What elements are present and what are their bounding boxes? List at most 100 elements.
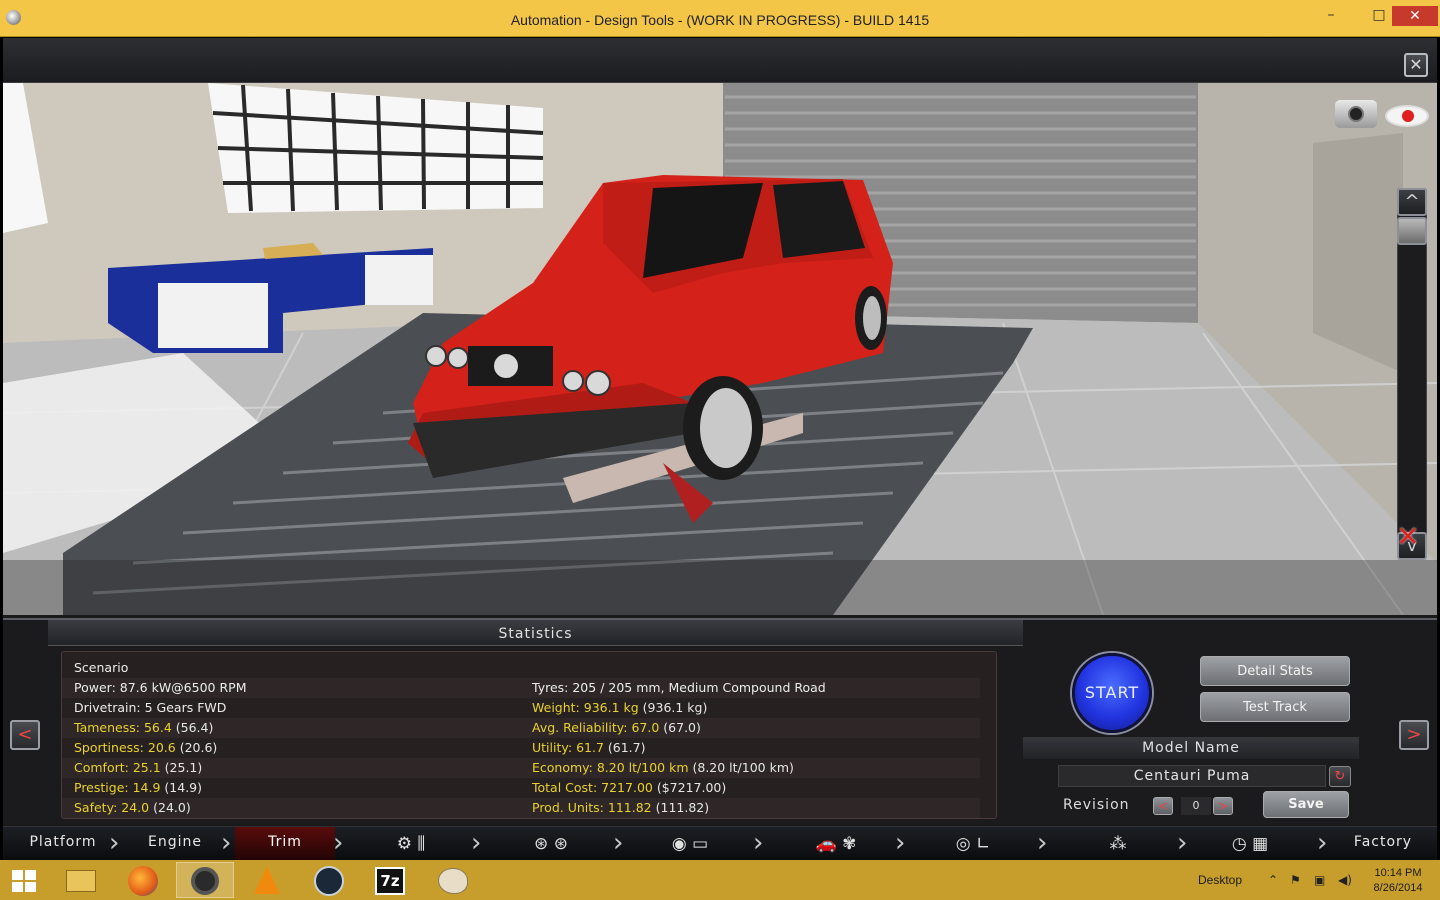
tab-suspension-icon[interactable]: ⁂ xyxy=(1093,830,1143,858)
stats-right-column: Tyres: 205 / 205 mm, Medium Compound Roa… xyxy=(520,658,980,818)
file-explorer-icon[interactable] xyxy=(52,862,110,898)
refresh-name-icon[interactable]: ↻ xyxy=(1329,766,1351,787)
stat-value: 20.6 xyxy=(147,740,176,755)
stat-value: 111.82 xyxy=(607,800,652,815)
design-controls: START Detail Stats Test Track Model Name… xyxy=(1023,620,1359,826)
viewport-shadow xyxy=(3,560,1437,615)
zoom-slider-track[interactable]: ^ v xyxy=(1397,188,1427,560)
stat-raw-value: (56.4) xyxy=(175,720,214,735)
revision-next-button[interactable]: > xyxy=(1213,797,1233,815)
stat-label: Utility: xyxy=(532,740,573,755)
game-top-bar: ✕ xyxy=(3,38,1437,83)
stat-raw-value: (20.6) xyxy=(179,740,218,755)
chevron-right-icon: › xyxy=(1037,828,1048,858)
stat-raw-value: (936.1 kg) xyxy=(642,700,708,715)
tab-platform[interactable]: Platform xyxy=(13,827,113,861)
stat-row: Safety: 24.0 (24.0) xyxy=(62,798,522,818)
tab-wheels-icon[interactable]: ⊛ ⊛ xyxy=(521,830,581,858)
tab-aero-icon[interactable]: 🚗 ✾ xyxy=(781,830,891,858)
action-center-flag-icon[interactable]: ⚑ xyxy=(1290,873,1301,887)
tab-trim[interactable]: Trim xyxy=(235,827,335,861)
save-button[interactable]: Save xyxy=(1263,791,1349,818)
stat-raw-value: (25.1) xyxy=(164,760,203,775)
model-name-input[interactable]: Centauri Puma xyxy=(1058,765,1326,787)
reset-view-icon[interactable]: ✕ xyxy=(1389,523,1427,551)
network-icon[interactable]: ▣ xyxy=(1314,873,1325,887)
test-track-button[interactable]: Test Track xyxy=(1200,692,1350,722)
previous-page-button[interactable]: < xyxy=(10,720,40,750)
stat-row: Prestige: 14.9 (14.9) xyxy=(62,778,522,798)
stat-raw-value: (8.20 lt/100 km) xyxy=(692,760,794,775)
detail-stats-button[interactable]: Detail Stats xyxy=(1200,656,1350,686)
tray-chevron-icon[interactable]: ⌃ xyxy=(1268,873,1278,887)
windows-taskbar: 7z Desktop ⌃ ⚑ ▣ ◀) 10:14 PM 8/26/2014 xyxy=(0,860,1440,900)
stat-row: Total Cost: 7217.00 ($7217.00) xyxy=(520,778,980,798)
stat-raw-value: (67.0) xyxy=(663,720,701,735)
chevron-right-icon: › xyxy=(221,828,232,858)
stat-row: Utility: 61.7 (61.7) xyxy=(520,738,980,758)
stat-label: Comfort: xyxy=(74,760,129,775)
stat-label: Total Cost: xyxy=(532,780,598,795)
desktop-toolbar-label[interactable]: Desktop xyxy=(1198,873,1242,887)
stat-row: Tyres: 205 / 205 mm, Medium Compound Roa… xyxy=(520,678,980,698)
tab-engine[interactable]: Engine xyxy=(125,827,225,861)
vlc-icon[interactable] xyxy=(238,862,296,898)
tab-brakes-icon[interactable]: ◉ ▭ xyxy=(655,830,725,858)
stat-row: Scenario xyxy=(62,658,522,678)
stat-raw-value: ($7217.00) xyxy=(656,780,727,795)
volume-icon[interactable]: ◀) xyxy=(1338,873,1352,887)
start-button[interactable]: START xyxy=(1072,653,1152,733)
window-close-button[interactable]: ✕ xyxy=(1392,6,1438,26)
chevron-right-icon: › xyxy=(1317,828,1328,858)
statistics-box: Scenario Power: 87.6 kW@6500 RPM Drivetr… xyxy=(61,651,997,819)
windows-start-icon[interactable] xyxy=(12,870,36,892)
chevron-right-icon: › xyxy=(109,828,120,858)
camera-icon[interactable] xyxy=(1335,100,1377,128)
statistics-panel: Statistics < Scenario Power: 87.6 kW@650… xyxy=(3,618,1437,824)
stat-raw-value: (24.0) xyxy=(153,800,191,815)
7zip-label: 7z xyxy=(375,867,405,895)
firefox-icon[interactable] xyxy=(114,862,172,898)
stat-label: Tyres: xyxy=(532,680,569,695)
stat-value: 24.0 xyxy=(121,800,150,815)
steam-icon[interactable] xyxy=(300,862,358,898)
7zip-icon[interactable]: 7z xyxy=(362,862,420,898)
stat-row: Economy: 8.20 lt/100 km (8.20 lt/100 km) xyxy=(520,758,980,778)
tab-gearbox-icon[interactable]: ⚙ ⫼ xyxy=(381,830,441,858)
stat-raw-value: (61.7) xyxy=(607,740,646,755)
stat-label: Prestige: xyxy=(74,780,129,795)
stat-value: 67.0 xyxy=(631,720,660,735)
stat-raw-value: (14.9) xyxy=(164,780,203,795)
stat-label: Power: xyxy=(74,680,116,695)
stat-label: Economy: xyxy=(532,760,593,775)
minimize-button[interactable]: – xyxy=(1318,6,1344,26)
stats-left-column: Scenario Power: 87.6 kW@6500 RPM Drivetr… xyxy=(62,658,522,818)
stat-row: Avg. Reliability: 67.0 (67.0) xyxy=(520,718,980,738)
revision-prev-button[interactable]: < xyxy=(1153,797,1173,815)
tab-interior-icon[interactable]: ◎ ∟ xyxy=(943,830,1003,858)
stat-row: Drivetrain: 5 Gears FWD xyxy=(62,698,522,718)
automation-game-icon[interactable] xyxy=(176,862,234,898)
zoom-slider-handle[interactable] xyxy=(1397,217,1427,245)
garage-scene xyxy=(3,83,1437,615)
zoom-up-button[interactable]: ^ xyxy=(1397,188,1427,216)
chevron-right-icon: › xyxy=(1177,828,1188,858)
stat-label: Prod. Units: xyxy=(532,800,604,815)
game-window: ✕ ^ v ✕ Statistics < Scenario Power: 87.… xyxy=(3,38,1437,861)
maximize-button[interactable]: □ xyxy=(1366,6,1392,26)
stat-value: 8.20 lt/100 km xyxy=(596,760,689,775)
window-title: Automation - Design Tools - (WORK IN PRO… xyxy=(510,12,930,28)
stat-label: Weight: xyxy=(532,700,580,715)
tab-testing-icon[interactable]: ◷ ▦ xyxy=(1215,830,1285,858)
tab-factory[interactable]: Factory xyxy=(1335,827,1431,861)
visibility-eye-icon[interactable] xyxy=(1385,105,1429,127)
stat-value: 87.6 kW@6500 RPM xyxy=(119,680,247,695)
car-3d-viewport[interactable]: ^ v ✕ xyxy=(3,83,1437,615)
revision-label: Revision xyxy=(1063,797,1130,813)
paint-icon[interactable] xyxy=(424,862,482,898)
taskbar-clock[interactable]: 10:14 PM 8/26/2014 xyxy=(1366,866,1430,896)
stat-label: Scenario xyxy=(74,660,129,675)
close-design-button[interactable]: ✕ xyxy=(1404,53,1428,77)
stat-value: 61.7 xyxy=(576,740,604,755)
next-page-button[interactable]: > xyxy=(1399,720,1429,750)
